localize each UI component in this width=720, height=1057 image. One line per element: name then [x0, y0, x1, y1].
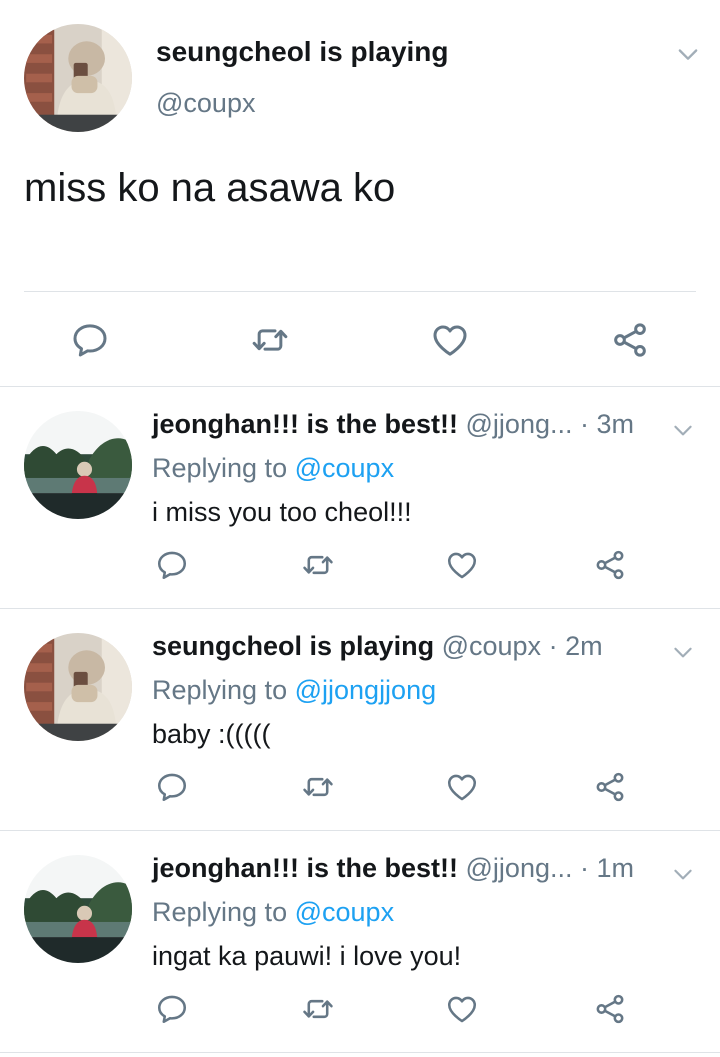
timestamp: 1m: [596, 853, 635, 883]
timestamp: 2m: [565, 631, 603, 661]
author-handle[interactable]: @jjong...: [466, 409, 573, 439]
separator: ·: [580, 409, 589, 439]
reply-header: jeonghan!!! is the best!! @jjong... · 1m: [152, 853, 634, 884]
avatar[interactable]: [24, 855, 132, 963]
retweet-button[interactable]: [300, 547, 336, 583]
tweet-text: ingat ka pauwi! i love you!: [152, 941, 462, 971]
reply-icon: [155, 548, 189, 582]
retweet-button[interactable]: [300, 769, 336, 805]
reply-tweet[interactable]: jeonghan!!! is the best!! @jjong... · 3m…: [0, 387, 720, 609]
share-button[interactable]: [592, 991, 628, 1027]
retweet-icon: [301, 548, 335, 582]
like-button[interactable]: [444, 991, 480, 1027]
share-button[interactable]: [592, 769, 628, 805]
reply-button[interactable]: [68, 318, 112, 362]
share-button[interactable]: [608, 318, 652, 362]
reply-icon: [70, 320, 110, 360]
chevron-down-icon[interactable]: [670, 417, 696, 443]
heart-icon: [445, 548, 479, 582]
retweet-button[interactable]: [248, 318, 292, 362]
replying-label: Replying to: [152, 897, 288, 927]
mention-link[interactable]: @jjongjjong: [295, 675, 437, 705]
replying-label: Replying to: [152, 675, 288, 705]
avatar[interactable]: [24, 24, 132, 132]
chevron-down-icon[interactable]: [674, 40, 702, 68]
share-icon: [610, 320, 650, 360]
reply-tweet[interactable]: jeonghan!!! is the best!! @jjong... · 1m…: [0, 831, 720, 1053]
avatar[interactable]: [24, 411, 132, 519]
mention-link[interactable]: @coupx: [295, 897, 394, 927]
retweet-icon: [301, 770, 335, 804]
heart-icon: [430, 320, 470, 360]
replying-to: Replying to @coupx: [152, 897, 394, 928]
tweet-text: miss ko na asawa ko: [24, 166, 396, 210]
like-button[interactable]: [444, 769, 480, 805]
like-button[interactable]: [428, 318, 472, 362]
author-handle[interactable]: @jjong...: [466, 853, 573, 883]
avatar[interactable]: [24, 633, 132, 741]
reply-button[interactable]: [154, 547, 190, 583]
reply-icon: [155, 770, 189, 804]
reply-header: jeonghan!!! is the best!! @jjong... · 3m: [152, 409, 634, 440]
replying-to: Replying to @jjongjjong: [152, 675, 436, 706]
tweet-text: i miss you too cheol!!!: [152, 497, 412, 527]
share-icon: [593, 548, 627, 582]
separator: ·: [580, 853, 589, 883]
replying-to: Replying to @coupx: [152, 453, 394, 484]
heart-icon: [445, 992, 479, 1026]
reply-button[interactable]: [154, 991, 190, 1027]
divider: [0, 1052, 720, 1053]
author-name[interactable]: seungcheol is playing: [156, 36, 449, 68]
main-tweet: seungcheol is playing @coupx miss ko na …: [0, 0, 720, 387]
reply-tweet[interactable]: seungcheol is playing @coupx · 2m Replyi…: [0, 609, 720, 831]
author-handle[interactable]: @coupx: [442, 631, 541, 661]
retweet-icon: [250, 320, 290, 360]
chevron-down-icon[interactable]: [670, 861, 696, 887]
mention-link[interactable]: @coupx: [295, 453, 394, 483]
timestamp: 3m: [596, 409, 635, 439]
share-button[interactable]: [592, 547, 628, 583]
reply-header: seungcheol is playing @coupx · 2m: [152, 631, 603, 662]
retweet-button[interactable]: [300, 991, 336, 1027]
author-name[interactable]: jeonghan!!! is the best!!: [152, 409, 458, 439]
tweet-text: baby :(((((: [152, 719, 271, 749]
chevron-down-icon[interactable]: [670, 639, 696, 665]
author-name[interactable]: jeonghan!!! is the best!!: [152, 853, 458, 883]
author-name[interactable]: seungcheol is playing: [152, 631, 434, 661]
reply-icon: [155, 992, 189, 1026]
like-button[interactable]: [444, 547, 480, 583]
author-handle[interactable]: @coupx: [156, 88, 255, 119]
share-icon: [593, 992, 627, 1026]
retweet-icon: [301, 992, 335, 1026]
separator: ·: [548, 631, 558, 661]
divider: [24, 291, 696, 292]
reply-button[interactable]: [154, 769, 190, 805]
heart-icon: [445, 770, 479, 804]
replying-label: Replying to: [152, 453, 288, 483]
share-icon: [593, 770, 627, 804]
